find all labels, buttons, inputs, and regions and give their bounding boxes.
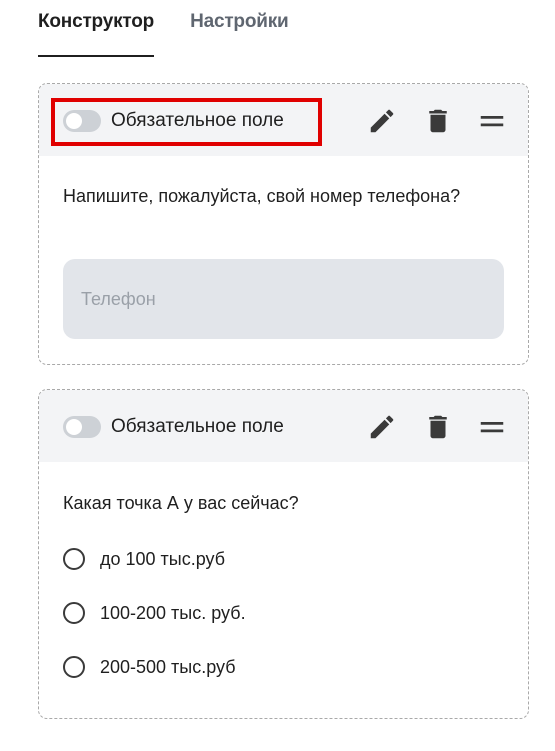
question-text: Какая точка А у вас сейчас? — [63, 493, 299, 513]
trash-icon[interactable] — [423, 106, 453, 136]
radio-option-label: 200-500 тыс.руб — [100, 656, 236, 677]
tab-bar: Конструктор Настройки — [38, 0, 289, 58]
radio-option-label: 100-200 тыс. руб. — [100, 602, 246, 623]
question-card-point-a: Обязательное поле Какая точка А у вас се… — [38, 389, 529, 719]
trash-icon[interactable] — [423, 412, 453, 442]
card-header: Обязательное поле — [39, 390, 528, 462]
phone-input[interactable] — [63, 259, 504, 339]
toggle-knob — [66, 419, 82, 435]
question-card-phone: Обязательное поле Напишите, пожалуйста, … — [38, 83, 529, 365]
radio-option[interactable]: 200-500 тыс.руб — [63, 654, 236, 680]
tab-settings[interactable]: Настройки — [190, 0, 289, 58]
tab-settings-label: Настройки — [190, 11, 289, 32]
pencil-icon[interactable] — [367, 412, 397, 442]
pencil-icon[interactable] — [367, 106, 397, 136]
question-text: Напишите, пожалуйста, свой номер телефон… — [63, 186, 461, 206]
radio-button[interactable] — [63, 602, 85, 624]
required-field-toggle-highlighted[interactable]: Обязательное поле — [51, 98, 322, 146]
radio-button[interactable] — [63, 656, 85, 678]
tab-constructor-label: Конструктор — [38, 11, 155, 32]
drag-handle-icon[interactable] — [477, 412, 507, 442]
card-header: Обязательное поле — [39, 84, 528, 156]
required-toggle-switch[interactable] — [63, 416, 101, 438]
toggle-knob — [66, 113, 82, 129]
required-field-label: Обязательное поле — [111, 110, 284, 131]
required-field-toggle[interactable]: Обязательное поле — [53, 406, 310, 448]
radio-option-label: до 100 тыс.руб — [100, 548, 226, 569]
drag-handle-icon[interactable] — [477, 106, 507, 136]
tab-constructor[interactable]: Конструктор — [38, 0, 154, 58]
radio-option[interactable]: 100-200 тыс. руб. — [63, 600, 246, 626]
radio-option[interactable]: до 100 тыс.руб — [63, 546, 225, 572]
radio-button[interactable] — [63, 548, 85, 570]
active-tab-underline — [38, 55, 155, 57]
required-field-label: Обязательное поле — [111, 416, 284, 437]
required-toggle-switch[interactable] — [63, 110, 101, 132]
